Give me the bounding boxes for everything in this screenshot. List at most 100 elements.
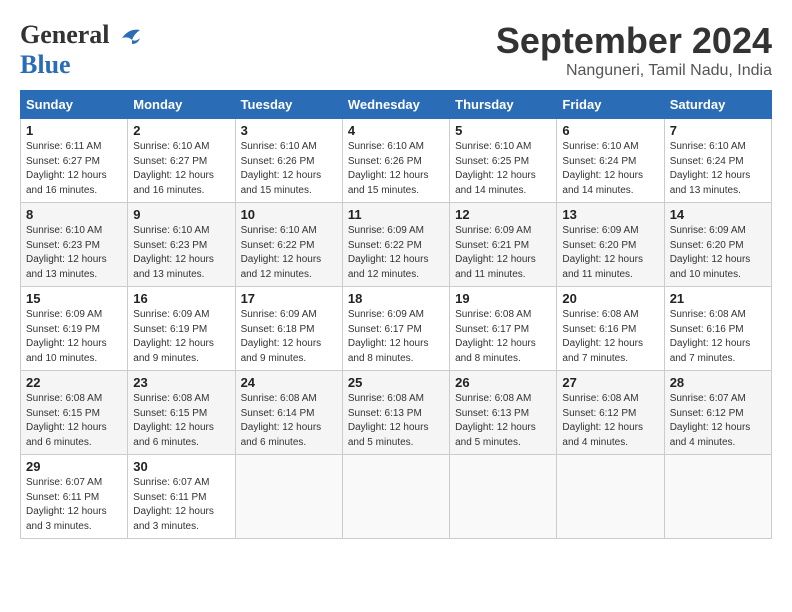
calendar-cell: 5 Sunrise: 6:10 AMSunset: 6:25 PMDayligh… [450,119,557,203]
day-info: Sunrise: 6:09 AMSunset: 6:21 PMDaylight:… [455,225,536,280]
calendar-week-row: 15 Sunrise: 6:09 AMSunset: 6:19 PMDaylig… [21,287,772,371]
day-info: Sunrise: 6:08 AMSunset: 6:16 PMDaylight:… [562,309,643,364]
day-number: 26 [455,375,551,390]
day-number: 27 [562,375,658,390]
day-number: 11 [348,207,444,222]
day-number: 2 [133,123,229,138]
col-sunday: Sunday [21,91,128,119]
calendar-cell: 6 Sunrise: 6:10 AMSunset: 6:24 PMDayligh… [557,119,664,203]
calendar-cell: 29 Sunrise: 6:07 AMSunset: 6:11 PMDaylig… [21,455,128,539]
day-number: 22 [26,375,122,390]
calendar-cell: 1 Sunrise: 6:11 AMSunset: 6:27 PMDayligh… [21,119,128,203]
day-number: 23 [133,375,229,390]
calendar-cell: 10 Sunrise: 6:10 AMSunset: 6:22 PMDaylig… [235,203,342,287]
calendar-cell: 18 Sunrise: 6:09 AMSunset: 6:17 PMDaylig… [342,287,449,371]
calendar-cell: 21 Sunrise: 6:08 AMSunset: 6:16 PMDaylig… [664,287,771,371]
day-number: 19 [455,291,551,306]
day-number: 20 [562,291,658,306]
day-info: Sunrise: 6:07 AMSunset: 6:12 PMDaylight:… [670,393,751,448]
calendar-cell [557,455,664,539]
day-info: Sunrise: 6:07 AMSunset: 6:11 PMDaylight:… [133,477,214,532]
calendar-cell: 8 Sunrise: 6:10 AMSunset: 6:23 PMDayligh… [21,203,128,287]
calendar-cell: 22 Sunrise: 6:08 AMSunset: 6:15 PMDaylig… [21,371,128,455]
day-info: Sunrise: 6:10 AMSunset: 6:26 PMDaylight:… [241,141,322,196]
calendar-cell: 15 Sunrise: 6:09 AMSunset: 6:19 PMDaylig… [21,287,128,371]
day-info: Sunrise: 6:10 AMSunset: 6:23 PMDaylight:… [133,225,214,280]
day-info: Sunrise: 6:10 AMSunset: 6:26 PMDaylight:… [348,141,429,196]
calendar-cell: 14 Sunrise: 6:09 AMSunset: 6:20 PMDaylig… [664,203,771,287]
day-number: 6 [562,123,658,138]
col-monday: Monday [128,91,235,119]
day-number: 13 [562,207,658,222]
col-tuesday: Tuesday [235,91,342,119]
location-title: Nanguneri, Tamil Nadu, India [496,62,772,80]
calendar-table: Sunday Monday Tuesday Wednesday Thursday… [20,90,772,539]
day-info: Sunrise: 6:10 AMSunset: 6:23 PMDaylight:… [26,225,107,280]
calendar-week-row: 1 Sunrise: 6:11 AMSunset: 6:27 PMDayligh… [21,119,772,203]
day-number: 5 [455,123,551,138]
calendar-cell [450,455,557,539]
page-header: General Blue September 2024 Nanguneri, T… [20,20,772,80]
calendar-cell: 19 Sunrise: 6:08 AMSunset: 6:17 PMDaylig… [450,287,557,371]
day-info: Sunrise: 6:10 AMSunset: 6:27 PMDaylight:… [133,141,214,196]
day-info: Sunrise: 6:08 AMSunset: 6:13 PMDaylight:… [348,393,429,448]
day-number: 17 [241,291,337,306]
calendar-cell: 25 Sunrise: 6:08 AMSunset: 6:13 PMDaylig… [342,371,449,455]
col-saturday: Saturday [664,91,771,119]
calendar-cell: 23 Sunrise: 6:08 AMSunset: 6:15 PMDaylig… [128,371,235,455]
day-info: Sunrise: 6:07 AMSunset: 6:11 PMDaylight:… [26,477,107,532]
day-info: Sunrise: 6:09 AMSunset: 6:17 PMDaylight:… [348,309,429,364]
calendar-header-row: Sunday Monday Tuesday Wednesday Thursday… [21,91,772,119]
day-number: 10 [241,207,337,222]
logo: General Blue [20,20,144,80]
day-info: Sunrise: 6:09 AMSunset: 6:20 PMDaylight:… [670,225,751,280]
calendar-cell: 12 Sunrise: 6:09 AMSunset: 6:21 PMDaylig… [450,203,557,287]
day-info: Sunrise: 6:09 AMSunset: 6:19 PMDaylight:… [133,309,214,364]
calendar-cell: 26 Sunrise: 6:08 AMSunset: 6:13 PMDaylig… [450,371,557,455]
calendar-cell: 17 Sunrise: 6:09 AMSunset: 6:18 PMDaylig… [235,287,342,371]
day-number: 7 [670,123,766,138]
day-number: 29 [26,459,122,474]
day-number: 15 [26,291,122,306]
day-info: Sunrise: 6:08 AMSunset: 6:12 PMDaylight:… [562,393,643,448]
calendar-cell: 7 Sunrise: 6:10 AMSunset: 6:24 PMDayligh… [664,119,771,203]
calendar-cell [235,455,342,539]
day-number: 28 [670,375,766,390]
day-info: Sunrise: 6:10 AMSunset: 6:25 PMDaylight:… [455,141,536,196]
calendar-cell [664,455,771,539]
day-info: Sunrise: 6:08 AMSunset: 6:17 PMDaylight:… [455,309,536,364]
calendar-cell: 24 Sunrise: 6:08 AMSunset: 6:14 PMDaylig… [235,371,342,455]
calendar-cell: 9 Sunrise: 6:10 AMSunset: 6:23 PMDayligh… [128,203,235,287]
logo-bird-icon [114,20,144,50]
calendar-cell: 30 Sunrise: 6:07 AMSunset: 6:11 PMDaylig… [128,455,235,539]
day-number: 30 [133,459,229,474]
day-info: Sunrise: 6:08 AMSunset: 6:16 PMDaylight:… [670,309,751,364]
logo-general-text: General [20,20,110,50]
day-number: 16 [133,291,229,306]
col-thursday: Thursday [450,91,557,119]
calendar-cell: 16 Sunrise: 6:09 AMSunset: 6:19 PMDaylig… [128,287,235,371]
day-info: Sunrise: 6:08 AMSunset: 6:13 PMDaylight:… [455,393,536,448]
day-info: Sunrise: 6:08 AMSunset: 6:14 PMDaylight:… [241,393,322,448]
day-info: Sunrise: 6:10 AMSunset: 6:24 PMDaylight:… [670,141,751,196]
day-number: 14 [670,207,766,222]
calendar-cell: 20 Sunrise: 6:08 AMSunset: 6:16 PMDaylig… [557,287,664,371]
calendar-cell: 2 Sunrise: 6:10 AMSunset: 6:27 PMDayligh… [128,119,235,203]
month-title: September 2024 [496,20,772,62]
calendar-cell: 27 Sunrise: 6:08 AMSunset: 6:12 PMDaylig… [557,371,664,455]
day-info: Sunrise: 6:09 AMSunset: 6:20 PMDaylight:… [562,225,643,280]
col-friday: Friday [557,91,664,119]
day-info: Sunrise: 6:09 AMSunset: 6:18 PMDaylight:… [241,309,322,364]
day-number: 8 [26,207,122,222]
day-number: 18 [348,291,444,306]
day-info: Sunrise: 6:09 AMSunset: 6:19 PMDaylight:… [26,309,107,364]
day-info: Sunrise: 6:11 AMSunset: 6:27 PMDaylight:… [26,141,107,196]
calendar-cell: 11 Sunrise: 6:09 AMSunset: 6:22 PMDaylig… [342,203,449,287]
day-number: 3 [241,123,337,138]
day-number: 21 [670,291,766,306]
day-number: 4 [348,123,444,138]
day-number: 1 [26,123,122,138]
day-number: 25 [348,375,444,390]
day-info: Sunrise: 6:10 AMSunset: 6:22 PMDaylight:… [241,225,322,280]
day-info: Sunrise: 6:09 AMSunset: 6:22 PMDaylight:… [348,225,429,280]
